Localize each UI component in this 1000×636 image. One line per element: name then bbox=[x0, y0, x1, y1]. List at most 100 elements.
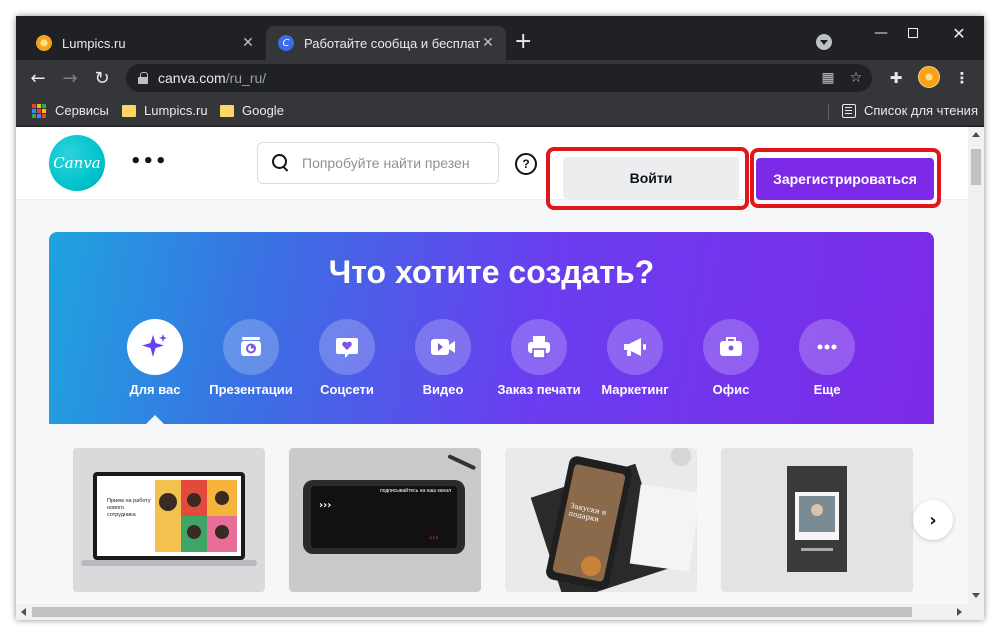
extensions-icon[interactable]: ✚ bbox=[886, 68, 906, 88]
bookmark-label: Lumpics.ru bbox=[144, 103, 208, 118]
address-bar[interactable]: canva.com/ru_ru/ ▦ ☆ bbox=[126, 64, 872, 92]
browser-toolbar: ← → ↻ canva.com/ru_ru/ ▦ ☆ ✚ ⋮ bbox=[16, 60, 984, 96]
canva-page: Canva ••• ? Войти Зарегистрироваться Что… bbox=[16, 127, 968, 604]
forward-icon[interactable]: → bbox=[58, 66, 82, 90]
scroll-left-icon[interactable] bbox=[21, 608, 26, 616]
bookmark-star-icon[interactable]: ☆ bbox=[848, 70, 864, 86]
template-carousel: Прием на работу нового сотрудника ››› ‹‹… bbox=[49, 424, 953, 604]
menu-icon[interactable]: ⋮ bbox=[952, 68, 972, 88]
category-print[interactable]: Заказ печати bbox=[491, 319, 587, 397]
template-card-print[interactable]: Закуски и подарки bbox=[505, 448, 697, 592]
category-circle bbox=[415, 319, 471, 375]
card-headline: Прием на работу нового сотрудника bbox=[107, 498, 151, 518]
phone-mockup-image: ››› ‹‹‹ bbox=[303, 454, 476, 554]
reading-list-icon bbox=[842, 103, 856, 118]
bookmarks-bar: Сервисы Lumpics.ru Google Список для чте… bbox=[16, 96, 984, 126]
category-circle bbox=[127, 319, 183, 375]
template-card-poster[interactable] bbox=[721, 448, 913, 592]
poster-mockup-image bbox=[787, 466, 847, 572]
url-text: canva.com/ru_ru/ bbox=[158, 70, 267, 86]
back-icon[interactable]: ← bbox=[26, 66, 50, 90]
scroll-right-icon[interactable] bbox=[957, 608, 962, 616]
laptop-mockup-image bbox=[81, 472, 257, 566]
maximize-icon[interactable] bbox=[900, 22, 926, 44]
browser-window: Lumpics.ru ✕ C Работайте сообща и беспла… bbox=[16, 16, 984, 620]
megaphone-icon bbox=[624, 338, 646, 356]
svg-text:‹‹‹: ‹‹‹ bbox=[429, 533, 439, 542]
close-tab-icon[interactable]: ✕ bbox=[240, 35, 256, 51]
category-label: Офис bbox=[712, 382, 750, 397]
tab-canva[interactable]: C Работайте сообща и бесплатно ✕ bbox=[266, 26, 506, 60]
category-label: Соцсети bbox=[320, 382, 374, 397]
bookmark-services[interactable]: Сервисы bbox=[32, 103, 109, 118]
carousel-next-icon[interactable]: › bbox=[913, 500, 953, 540]
card-headline: подписывайтесь на наш канал bbox=[380, 488, 451, 494]
video-camera-icon bbox=[431, 339, 455, 355]
search-box[interactable] bbox=[257, 142, 499, 184]
category-social[interactable]: Соцсети bbox=[299, 319, 395, 397]
scroll-up-icon[interactable] bbox=[972, 132, 980, 137]
scrollbar-thumb[interactable] bbox=[32, 607, 912, 617]
bookmarks-divider bbox=[828, 104, 829, 120]
tab-title: Работайте сообща и бесплатно bbox=[304, 35, 480, 51]
category-circle bbox=[607, 319, 663, 375]
minimize-icon[interactable]: — bbox=[868, 22, 894, 44]
category-circle bbox=[319, 319, 375, 375]
canva-logo[interactable]: Canva bbox=[49, 135, 105, 191]
bookmark-lumpics[interactable]: Lumpics.ru bbox=[122, 103, 208, 118]
tab-lumpics[interactable]: Lumpics.ru ✕ bbox=[24, 26, 266, 60]
category-for-you[interactable]: Для вас bbox=[107, 319, 203, 397]
signup-button[interactable]: Зарегистрироваться bbox=[756, 158, 934, 200]
hero-title: Что хотите создать? bbox=[328, 254, 655, 290]
more-icon bbox=[817, 344, 837, 350]
qr-code-icon[interactable]: ▦ bbox=[820, 70, 836, 86]
tab-strip: Lumpics.ru ✕ C Работайте сообща и беспла… bbox=[16, 16, 984, 60]
close-tab-icon[interactable]: ✕ bbox=[480, 35, 496, 51]
presentation-icon bbox=[241, 337, 261, 356]
canva-favicon-icon: C bbox=[278, 35, 294, 51]
more-menu-icon[interactable]: ••• bbox=[130, 151, 168, 172]
heart-chat-icon bbox=[336, 338, 358, 358]
profile-avatar-icon[interactable] bbox=[918, 66, 940, 88]
category-label: Презентации bbox=[209, 382, 293, 397]
svg-text:›››: ››› bbox=[319, 500, 331, 511]
bookmark-label: Google bbox=[242, 103, 284, 118]
category-video[interactable]: Видео bbox=[395, 319, 491, 397]
category-circle bbox=[511, 319, 567, 375]
reload-icon[interactable]: ↻ bbox=[90, 66, 114, 90]
printer-icon bbox=[528, 336, 550, 359]
category-marketing[interactable]: Маркетинг bbox=[587, 319, 683, 397]
vertical-scrollbar[interactable] bbox=[968, 127, 984, 604]
lumpics-favicon-icon bbox=[36, 35, 52, 51]
template-card-presentation[interactable]: Прием на работу нового сотрудника bbox=[73, 448, 265, 592]
scrollbar-thumb[interactable] bbox=[971, 149, 981, 185]
search-input[interactable] bbox=[302, 155, 492, 171]
bookmark-label: Сервисы bbox=[55, 103, 109, 118]
category-label: Маркетинг bbox=[601, 382, 669, 397]
hero-banner: Что хотите создать? Для вас Презентации … bbox=[49, 232, 934, 425]
login-button[interactable]: Войти bbox=[563, 157, 739, 199]
category-circle bbox=[703, 319, 759, 375]
category-label: Для вас bbox=[129, 382, 181, 397]
help-icon[interactable]: ? bbox=[515, 153, 537, 175]
reading-list[interactable]: Список для чтения bbox=[842, 103, 978, 118]
category-presentations[interactable]: Презентации bbox=[203, 319, 299, 397]
category-label: Заказ печати bbox=[497, 382, 581, 397]
category-more[interactable]: Еще bbox=[779, 319, 875, 397]
bookmark-google[interactable]: Google bbox=[220, 103, 284, 118]
logo-text: Canva bbox=[53, 154, 101, 172]
apps-grid-icon bbox=[32, 103, 46, 118]
category-label: Еще bbox=[813, 382, 841, 397]
horizontal-scrollbar[interactable] bbox=[16, 604, 984, 620]
category-office[interactable]: Офис bbox=[683, 319, 779, 397]
close-window-icon[interactable]: ✕ bbox=[946, 22, 972, 44]
tab-search-icon[interactable] bbox=[816, 34, 832, 50]
search-icon bbox=[272, 154, 290, 172]
lock-icon bbox=[138, 72, 148, 84]
new-tab-icon[interactable]: + bbox=[514, 31, 532, 53]
tab-title: Lumpics.ru bbox=[62, 35, 126, 51]
reading-list-label: Список для чтения bbox=[864, 103, 978, 118]
template-card-video[interactable]: ››› ‹‹‹ подписывайтесь на наш канал bbox=[289, 448, 481, 592]
sparkle-icon bbox=[142, 334, 167, 357]
scroll-down-icon[interactable] bbox=[972, 593, 980, 598]
